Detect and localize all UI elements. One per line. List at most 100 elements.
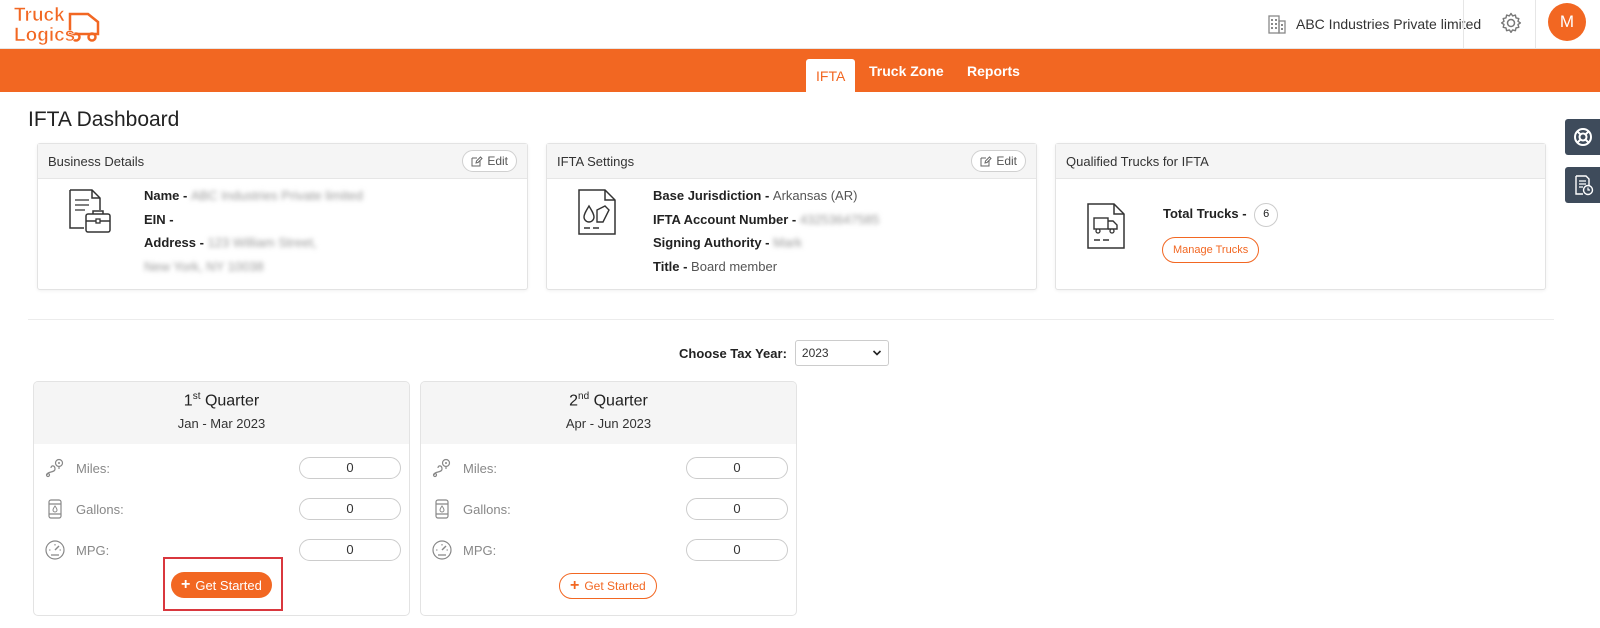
side-tab-support[interactable] <box>1565 119 1600 155</box>
gallons-row: Gallons: 0 <box>44 497 401 521</box>
edit-icon <box>471 156 484 167</box>
qualified-trucks-card: Qualified Trucks for IFTA Total Trucks -… <box>1055 143 1546 290</box>
logo-text-line1: Truck <box>14 5 65 26</box>
miles-row: Miles: 0 <box>431 456 788 480</box>
tax-year-selector: Choose Tax Year: 2023 <box>679 340 889 366</box>
quarter-ordinal: 2 <box>569 392 579 410</box>
base-jurisdiction-value: Arkansas (AR) <box>772 188 858 203</box>
tab-ifta[interactable]: IFTA <box>806 59 856 92</box>
total-trucks-count: 6 <box>1254 202 1279 227</box>
edit-icon <box>980 156 993 167</box>
route-pin-icon <box>45 458 64 478</box>
address-line2: New York, NY 10038 <box>144 258 264 274</box>
highlight-box <box>163 557 283 611</box>
fuel-barrel-icon <box>48 499 62 519</box>
company-name: ABC Industries Private limited <box>1296 16 1482 32</box>
miles-value: 0 <box>686 457 788 479</box>
ifta-settings-info: Base Jurisdiction - Arkansas (AR) IFTA A… <box>653 184 879 278</box>
card-header: Business Details Edit <box>38 144 527 179</box>
quarter-ordinal: 1 <box>183 392 193 410</box>
tax-year-label: Choose Tax Year: <box>679 345 787 361</box>
ifta-settings-card: IFTA Settings Edit Base Jurisdiction - A… <box>546 143 1037 290</box>
gallons-row: Gallons: 0 <box>431 497 788 521</box>
quarter-range: Apr - Jun 2023 <box>565 416 652 432</box>
quarter-title: 2nd Quarter <box>421 382 796 410</box>
total-trucks-label: Total Trucks - <box>1163 206 1251 221</box>
quarter-suffix: st <box>192 391 201 402</box>
fuel-barrel-icon <box>435 499 449 519</box>
mpg-value: 0 <box>299 539 401 561</box>
address-label: Address - <box>144 235 208 250</box>
address-line1: 123 William Street, <box>207 235 317 250</box>
gear-icon[interactable] <box>1499 11 1523 35</box>
edit-ifta-settings-button[interactable]: Edit <box>971 150 1026 172</box>
truck-logics-logo[interactable]: Truck Logics <box>12 2 108 46</box>
business-info: Name - ABC Industries Private limited EI… <box>144 184 363 278</box>
title-value: Board member <box>691 258 778 274</box>
get-started-label: Get Started <box>584 579 646 593</box>
miles-label: Miles: <box>76 460 110 476</box>
mpg-value: 0 <box>686 539 788 561</box>
side-tab-history[interactable] <box>1565 167 1600 203</box>
quarter-range: Jan - Mar 2023 <box>177 416 266 432</box>
miles-value: 0 <box>299 457 401 479</box>
gallons-label: Gallons: <box>76 501 124 517</box>
top-header: Truck Logics ABC Industries Private limi… <box>0 0 1600 49</box>
tax-year-select[interactable]: 2023 <box>794 340 889 366</box>
card-header: IFTA Settings Edit <box>547 144 1036 179</box>
signing-authority-label: Signing Authority - <box>653 235 774 250</box>
building-icon <box>1268 15 1286 34</box>
logo-text-line2: Logics <box>14 25 75 46</box>
mpg-row: MPG: 0 <box>431 538 788 562</box>
company-selector[interactable]: ABC Industries Private limited <box>1266 10 1481 38</box>
manage-trucks-button[interactable]: Manage Trucks <box>1162 237 1260 263</box>
miles-row: Miles: 0 <box>44 456 401 480</box>
mpg-label: MPG: <box>463 542 497 558</box>
signing-authority-value: Mark <box>773 235 803 250</box>
page-title: IFTA Dashboard <box>28 108 180 131</box>
header-divider <box>1535 0 1536 48</box>
edit-business-button[interactable]: Edit <box>462 150 517 172</box>
chevron-down-icon <box>872 350 881 356</box>
section-divider <box>28 319 1554 320</box>
gallons-label: Gallons: <box>463 501 511 517</box>
quarter-word: Quarter <box>204 392 260 410</box>
business-briefcase-icon <box>69 189 111 233</box>
tab-truck-zone[interactable]: Truck Zone <box>869 49 944 92</box>
edit-label: Edit <box>487 154 508 168</box>
card-title: Qualified Trucks for IFTA <box>1066 153 1209 169</box>
header-divider <box>1463 0 1464 48</box>
tab-reports[interactable]: Reports <box>967 49 1020 92</box>
card-title: IFTA Settings <box>557 153 635 169</box>
document-clock-icon <box>1574 175 1593 196</box>
quarter-suffix: nd <box>578 391 590 402</box>
plus-icon: + <box>570 577 580 594</box>
quarter-header: 1st Quarter Jan - Mar 2023 <box>34 382 409 444</box>
support-icon <box>1573 128 1592 146</box>
quarter-word: Quarter <box>593 392 648 410</box>
tax-year-value: 2023 <box>801 346 829 360</box>
miles-label: Miles: <box>463 460 497 476</box>
gallons-value: 0 <box>299 498 401 520</box>
main-nav: IFTA Truck Zone Reports <box>0 49 1600 92</box>
user-avatar[interactable]: M <box>1548 3 1586 41</box>
title-label: Title - <box>653 258 692 274</box>
business-details-card: Business Details Edit Name - ABC Industr… <box>37 143 528 290</box>
get-started-q2-button[interactable]: + Get Started <box>559 573 657 599</box>
quarter-header: 2nd Quarter Apr - Jun 2023 <box>421 382 796 444</box>
edit-label: Edit <box>996 154 1017 168</box>
fuel-document-icon <box>578 189 616 235</box>
route-pin-icon <box>432 458 451 478</box>
mpg-label: MPG: <box>76 542 110 558</box>
ifta-account-value: 43253647585 <box>799 211 880 227</box>
gallons-value: 0 <box>686 498 788 520</box>
speedometer-icon <box>45 540 65 560</box>
card-header: Qualified Trucks for IFTA <box>1056 144 1545 179</box>
card-title: Business Details <box>48 153 145 169</box>
total-trucks-line: Total Trucks - 6 <box>1163 202 1279 227</box>
speedometer-icon <box>432 540 452 560</box>
truck-document-icon <box>1087 203 1125 249</box>
base-jurisdiction-label: Base Jurisdiction - <box>653 188 773 203</box>
name-label: Name - <box>144 188 191 203</box>
business-name-value: ABC Industries Private limited <box>190 188 363 203</box>
